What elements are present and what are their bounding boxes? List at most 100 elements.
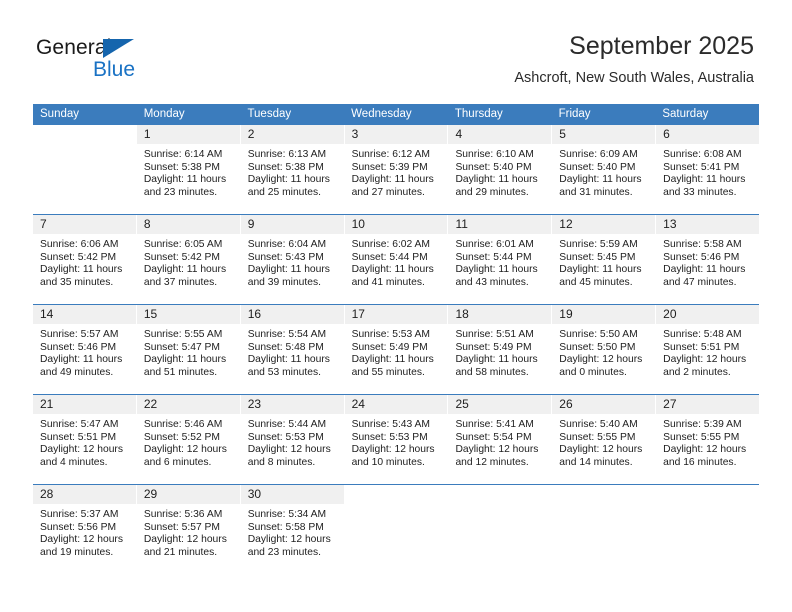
daylight-text-line1: Daylight: 12 hours <box>143 444 227 456</box>
day-number-band: 14 <box>33 305 136 325</box>
sunrise-text: Sunrise: 6:02 AM <box>351 239 430 250</box>
daylight-text-line1: Daylight: 12 hours <box>247 444 331 456</box>
calendar-day-cell[interactable]: 5 Sunrise: 6:09 AM Sunset: 5:40 PM Daylight… <box>552 125 657 214</box>
sunset-text: Sunset: 5:45 PM <box>559 251 636 263</box>
day-number: 13 <box>663 217 677 231</box>
sunrise-text: Sunrise: 5:40 AM <box>559 419 638 430</box>
calendar-day-cell[interactable]: 23 Sunrise: 5:44 AM Sunset: 5:53 PM Dayligh… <box>240 395 345 484</box>
sunset-text: Sunset: 5:40 PM <box>559 161 636 173</box>
day-details <box>33 145 136 149</box>
sunset-text: Sunset: 5:55 PM <box>559 431 636 443</box>
day-details: Sunrise: 5:37 AM Sunset: 5:56 PM Daylight:… <box>33 505 136 559</box>
daylight-text-line1: Daylight: 11 hours <box>455 174 538 186</box>
weekday-header-friday: Friday <box>558 108 591 120</box>
daylight-text-line2: and 29 minutes. <box>455 186 529 198</box>
day-number-band: 11 <box>448 215 552 235</box>
daylight-text-line2: and 31 minutes. <box>559 186 633 198</box>
daylight-text-line1: Daylight: 11 hours <box>143 354 227 366</box>
day-details <box>345 505 448 509</box>
day-details: Sunrise: 5:53 AM Sunset: 5:49 PM Daylight:… <box>345 325 448 379</box>
calendar-day-cell[interactable]: 2 Sunrise: 6:13 AM Sunset: 5:38 PM Daylight… <box>240 125 345 214</box>
calendar-day-cell[interactable]: 30 Sunrise: 5:34 AM Sunset: 5:58 PM Dayligh… <box>240 485 345 574</box>
sunset-text: Sunset: 5:40 PM <box>455 161 532 173</box>
day-number-band: 26 <box>552 395 656 415</box>
sunset-text: Sunset: 5:51 PM <box>40 431 117 443</box>
day-number: 8 <box>143 217 151 231</box>
calendar-day-cell[interactable]: 20 Sunrise: 5:48 AM Sunset: 5:51 PM Dayligh… <box>656 305 760 394</box>
day-number-band: 13 <box>656 215 760 235</box>
day-details: Sunrise: 5:46 AM Sunset: 5:52 PM Daylight:… <box>137 415 240 469</box>
daylight-text-line2: and 41 minutes. <box>351 276 425 288</box>
day-number: 15 <box>143 307 158 321</box>
calendar-day-cell[interactable]: 28 Sunrise: 5:37 AM Sunset: 5:56 PM Dayligh… <box>33 485 137 574</box>
calendar-day-cell[interactable]: 29 Sunrise: 5:36 AM Sunset: 5:57 PM Dayligh… <box>136 485 241 574</box>
day-number: 11 <box>455 217 468 231</box>
calendar-day-cell[interactable]: 15 Sunrise: 5:55 AM Sunset: 5:47 PM Dayligh… <box>136 305 241 394</box>
day-details: Sunrise: 5:50 AM Sunset: 5:50 PM Daylight:… <box>552 325 655 379</box>
sunrise-text: Sunrise: 5:44 AM <box>247 419 327 430</box>
calendar-day-cell[interactable]: 14 Sunrise: 5:57 AM Sunset: 5:46 PM Dayligh… <box>33 305 137 394</box>
calendar-day-cell[interactable]: 21 Sunrise: 5:47 AM Sunset: 5:51 PM Dayligh… <box>33 395 137 484</box>
calendar-day-cell[interactable]: 26 Sunrise: 5:40 AM Sunset: 5:55 PM Dayligh… <box>552 395 657 484</box>
day-number: 9 <box>247 217 255 231</box>
day-number-band <box>344 485 448 505</box>
page-header: General Blue September 2025 Ashcroft, Ne… <box>0 0 792 100</box>
day-details: Sunrise: 6:10 AM Sunset: 5:40 PM Daylight:… <box>448 145 551 199</box>
day-number-band <box>448 485 552 505</box>
day-details: Sunrise: 6:06 AM Sunset: 5:42 PM Daylight:… <box>33 235 136 289</box>
calendar-day-cell[interactable]: 6 Sunrise: 6:08 AM Sunset: 5:41 PM Daylight… <box>656 125 760 214</box>
daylight-text-line1: Daylight: 11 hours <box>559 264 642 276</box>
sunrise-text: Sunrise: 6:04 AM <box>247 239 327 250</box>
daylight-text-line1: Daylight: 11 hours <box>40 264 123 276</box>
daylight-text-line2: and 35 minutes. <box>40 276 114 288</box>
day-number-band: 8 <box>136 215 240 235</box>
calendar-day-cell[interactable]: 12 Sunrise: 5:59 AM Sunset: 5:45 PM Dayligh… <box>552 215 657 304</box>
calendar-day-cell[interactable]: 18 Sunrise: 5:51 AM Sunset: 5:49 PM Dayligh… <box>448 305 553 394</box>
calendar-day-cell[interactable]: 11 Sunrise: 6:01 AM Sunset: 5:44 PM Dayligh… <box>448 215 553 304</box>
daylight-text-line1: Daylight: 11 hours <box>663 174 746 186</box>
calendar-day-cell[interactable]: 3 Sunrise: 6:12 AM Sunset: 5:39 PM Daylight… <box>344 125 449 214</box>
day-number: 20 <box>663 307 677 321</box>
daylight-text-line1: Daylight: 11 hours <box>663 264 746 276</box>
daylight-text-line2: and 0 minutes. <box>559 366 627 378</box>
day-details: Sunrise: 5:51 AM Sunset: 5:49 PM Daylight:… <box>448 325 551 379</box>
calendar-day-cell[interactable]: 4 Sunrise: 6:10 AM Sunset: 5:40 PM Daylight… <box>448 125 553 214</box>
calendar-day-cell[interactable]: 13 Sunrise: 5:58 AM Sunset: 5:46 PM Dayligh… <box>656 215 760 304</box>
calendar-day-cell[interactable]: 8 Sunrise: 6:05 AM Sunset: 5:42 PM Daylight… <box>136 215 241 304</box>
sunrise-text: Sunrise: 5:47 AM <box>40 419 119 430</box>
day-number: 25 <box>455 397 469 411</box>
weekday-header-tuesday: Tuesday <box>247 108 292 120</box>
day-details: Sunrise: 6:13 AM Sunset: 5:38 PM Daylight:… <box>241 145 344 199</box>
sunset-text: Sunset: 5:42 PM <box>40 251 117 263</box>
sunset-text: Sunset: 5:49 PM <box>351 341 428 353</box>
calendar-day-cell[interactable]: 27 Sunrise: 5:39 AM Sunset: 5:55 PM Dayligh… <box>656 395 760 484</box>
logo-triangle-icon <box>103 39 134 58</box>
day-number-band: 20 <box>656 305 760 325</box>
daylight-text-line1: Daylight: 12 hours <box>559 354 643 366</box>
calendar-day-cell[interactable]: 7 Sunrise: 6:06 AM Sunset: 5:42 PM Daylight… <box>33 215 137 304</box>
day-number-band <box>552 485 656 505</box>
calendar-day-cell[interactable]: 10 Sunrise: 6:02 AM Sunset: 5:44 PM Dayligh… <box>344 215 449 304</box>
sunset-text: Sunset: 5:51 PM <box>663 341 740 353</box>
calendar-day-cell-empty <box>448 485 553 574</box>
day-number-band <box>33 125 136 145</box>
calendar-day-cell[interactable]: 17 Sunrise: 5:53 AM Sunset: 5:49 PM Dayligh… <box>344 305 449 394</box>
calendar-day-cell[interactable]: 1 Sunrise: 6:14 AM Sunset: 5:38 PM Daylight… <box>136 125 241 214</box>
calendar-day-cell[interactable]: 25 Sunrise: 5:41 AM Sunset: 5:54 PM Dayligh… <box>448 395 553 484</box>
daylight-text-line1: Daylight: 12 hours <box>351 444 435 456</box>
calendar-day-cell[interactable]: 16 Sunrise: 5:54 AM Sunset: 5:48 PM Dayligh… <box>240 305 345 394</box>
day-number: 7 <box>40 217 47 231</box>
calendar-day-cell[interactable]: 19 Sunrise: 5:50 AM Sunset: 5:50 PM Dayligh… <box>552 305 657 394</box>
calendar-day-cell[interactable]: 22 Sunrise: 5:46 AM Sunset: 5:52 PM Dayligh… <box>136 395 241 484</box>
page-title: September 2025 <box>569 32 754 60</box>
sunset-text: Sunset: 5:43 PM <box>247 251 324 263</box>
calendar-page: General Blue September 2025 Ashcroft, Ne… <box>0 0 792 612</box>
daylight-text-line1: Daylight: 11 hours <box>351 264 434 276</box>
day-number: 5 <box>559 127 566 141</box>
daylight-text-line1: Daylight: 11 hours <box>559 174 642 186</box>
general-blue-logo[interactable]: General Blue <box>36 36 256 88</box>
calendar-day-cell[interactable]: 9 Sunrise: 6:04 AM Sunset: 5:43 PM Daylight… <box>240 215 345 304</box>
sunrise-text: Sunrise: 5:34 AM <box>247 509 327 520</box>
sunset-text: Sunset: 5:50 PM <box>559 341 636 353</box>
calendar-day-cell[interactable]: 24 Sunrise: 5:43 AM Sunset: 5:53 PM Dayligh… <box>344 395 449 484</box>
